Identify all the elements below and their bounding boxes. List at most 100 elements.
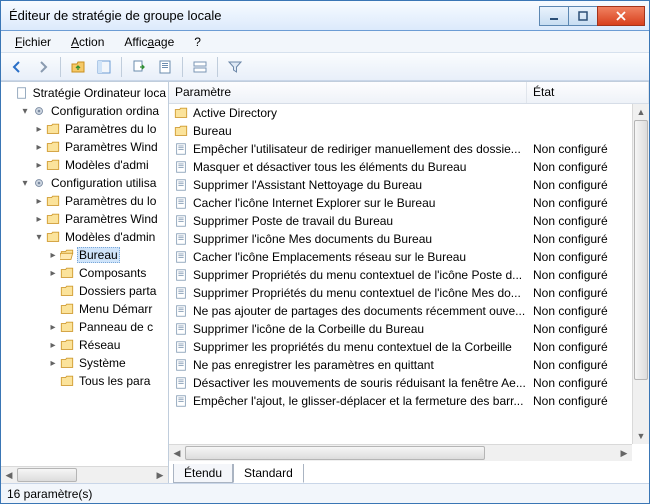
scroll-down-icon[interactable]: ▼ xyxy=(633,428,649,444)
tree-hscrollbar[interactable]: ◀ ▶ xyxy=(1,466,168,483)
collapse-icon[interactable]: ▾ xyxy=(19,178,31,189)
expand-icon[interactable]: ▸ xyxy=(33,160,45,171)
collapse-icon[interactable]: ▾ xyxy=(33,232,45,243)
list-item[interactable]: Supprimer l'Assistant Nettoyage du Burea… xyxy=(169,176,632,194)
menu-file[interactable]: Fichier xyxy=(7,33,59,51)
export-button[interactable] xyxy=(127,55,151,79)
titlebar[interactable]: Éditeur de stratégie de groupe locale xyxy=(1,1,649,31)
list-item[interactable]: Active Directory xyxy=(169,104,632,122)
list-item[interactable]: Supprimer Propriétés du menu contextuel … xyxy=(169,284,632,302)
list-item-etat: Non configuré xyxy=(529,322,632,336)
menubar: Fichier Action Afficaage ? xyxy=(1,31,649,53)
back-button[interactable] xyxy=(5,55,29,79)
list-item[interactable]: Désactiver les mouvements de souris rédu… xyxy=(169,374,632,392)
tree[interactable]: Stratégie Ordinateur loca▾Configuration … xyxy=(1,82,168,466)
list-item[interactable]: Ne pas ajouter de partages des documents… xyxy=(169,302,632,320)
scroll-left-icon[interactable]: ◀ xyxy=(169,445,185,461)
expand-icon[interactable]: ▸ xyxy=(47,322,59,333)
folder-icon xyxy=(59,247,75,263)
tree-item[interactable]: ▸Modèles d'admi xyxy=(5,156,168,174)
list-item[interactable]: Supprimer l'icône Mes documents du Burea… xyxy=(169,230,632,248)
tree-item[interactable]: ▸Paramètres Wind xyxy=(5,210,168,228)
menu-help[interactable]: ? xyxy=(186,33,209,51)
tree-item[interactable]: Stratégie Ordinateur loca xyxy=(5,84,168,102)
tree-item[interactable]: ▸ Paramètres Wind xyxy=(5,138,168,156)
collapse-icon[interactable]: ▾ xyxy=(19,106,31,117)
tree-item-label: Tous les para xyxy=(77,374,152,388)
body: Stratégie Ordinateur loca▾Configuration … xyxy=(1,81,649,483)
list-item[interactable]: Empêcher l'utilisateur de rediriger manu… xyxy=(169,140,632,158)
list-item[interactable]: Supprimer les propriétés du menu context… xyxy=(169,338,632,356)
list-item[interactable]: Supprimer l'icône de la Corbeille du Bur… xyxy=(169,320,632,338)
expand-icon[interactable]: ▸ xyxy=(33,124,45,135)
col-parametre[interactable]: Paramètre xyxy=(169,82,527,103)
list[interactable]: Active DirectoryBureauEmpêcher l'utilisa… xyxy=(169,104,632,444)
up-folder-button[interactable] xyxy=(66,55,90,79)
refresh-button[interactable] xyxy=(153,55,177,79)
tree-item-label: Configuration utilisa xyxy=(49,176,158,190)
tree-item[interactable]: ▸Réseau xyxy=(5,336,168,354)
scroll-thumb[interactable] xyxy=(185,446,485,460)
tab-standard[interactable]: Standard xyxy=(233,464,304,483)
tree-item[interactable]: ▸Système xyxy=(5,354,168,372)
list-item[interactable]: Bureau xyxy=(169,122,632,140)
list-item[interactable]: Cacher l'icône Internet Explorer sur le … xyxy=(169,194,632,212)
setting-icon xyxy=(173,321,189,337)
folder-icon xyxy=(45,193,61,209)
filter-button[interactable] xyxy=(223,55,247,79)
scroll-up-icon[interactable]: ▲ xyxy=(633,104,649,120)
tree-item-label: Modèles d'admin xyxy=(63,230,157,244)
scroll-right-icon[interactable]: ▶ xyxy=(152,467,168,483)
scroll-thumb[interactable] xyxy=(634,120,648,380)
tree-item[interactable]: ▾ Modèles d'admin xyxy=(5,228,168,246)
forward-button[interactable] xyxy=(31,55,55,79)
close-button[interactable] xyxy=(597,6,645,26)
menu-action[interactable]: Action xyxy=(63,33,112,51)
list-hscrollbar[interactable]: ◀ ▶ xyxy=(169,444,632,461)
expand-icon[interactable]: ▸ xyxy=(47,358,59,369)
list-item[interactable]: Supprimer Poste de travail du BureauNon … xyxy=(169,212,632,230)
expand-icon[interactable]: ▸ xyxy=(47,340,59,351)
tree-item-label: Paramètres Wind xyxy=(63,140,160,154)
tree-item[interactable]: ▾Configuration ordina xyxy=(5,102,168,120)
tree-item[interactable]: ▸Paramètres du lo xyxy=(5,120,168,138)
list-item-param: Supprimer Propriétés du menu contextuel … xyxy=(193,268,529,282)
list-item[interactable]: Cacher l'icône Emplacements réseau sur l… xyxy=(169,248,632,266)
list-vscrollbar[interactable]: ▲ ▼ xyxy=(632,104,649,444)
tree-item[interactable]: Tous les para xyxy=(5,372,168,390)
list-item[interactable]: Empêcher l'ajout, le glisser-déplacer et… xyxy=(169,392,632,410)
properties-button[interactable] xyxy=(188,55,212,79)
list-item-param: Ne pas enregistrer les paramètres en qui… xyxy=(193,358,529,372)
expand-icon[interactable]: ▸ xyxy=(33,214,45,225)
minimize-button[interactable] xyxy=(539,6,569,26)
folder-icon xyxy=(15,85,29,101)
setting-icon xyxy=(173,393,189,409)
maximize-button[interactable] xyxy=(568,6,598,26)
tree-item[interactable]: ▾ Configuration utilisa xyxy=(5,174,168,192)
menu-view[interactable]: Afficaage xyxy=(116,33,182,51)
window-controls xyxy=(540,6,645,26)
tab-etendu[interactable]: Étendu xyxy=(173,464,233,483)
list-item[interactable]: Ne pas enregistrer les paramètres en qui… xyxy=(169,356,632,374)
show-tree-button[interactable] xyxy=(92,55,116,79)
tree-item[interactable]: ▸Composants xyxy=(5,264,168,282)
expand-icon[interactable]: ▸ xyxy=(33,196,45,207)
folder-icon xyxy=(45,121,61,137)
folder-icon xyxy=(59,265,75,281)
list-item-etat: Non configuré xyxy=(529,250,632,264)
list-item[interactable]: Masquer et désactiver tous les éléments … xyxy=(169,158,632,176)
expand-icon[interactable]: ▸ xyxy=(47,268,59,279)
scroll-thumb[interactable] xyxy=(17,468,77,482)
tree-item[interactable]: Menu Démarr xyxy=(5,300,168,318)
scroll-right-icon[interactable]: ▶ xyxy=(616,445,632,461)
expand-icon[interactable]: ▸ xyxy=(47,250,59,261)
expand-icon[interactable]: ▸ xyxy=(33,142,45,153)
tree-item[interactable]: Dossiers parta xyxy=(5,282,168,300)
tree-item[interactable]: ▸Paramètres du lo xyxy=(5,192,168,210)
scroll-left-icon[interactable]: ◀ xyxy=(1,467,17,483)
col-etat[interactable]: État xyxy=(527,82,649,103)
setting-icon xyxy=(173,195,189,211)
list-item[interactable]: Supprimer Propriétés du menu contextuel … xyxy=(169,266,632,284)
tree-item[interactable]: ▸Panneau de c xyxy=(5,318,168,336)
tree-item[interactable]: ▸Bureau xyxy=(5,246,168,264)
